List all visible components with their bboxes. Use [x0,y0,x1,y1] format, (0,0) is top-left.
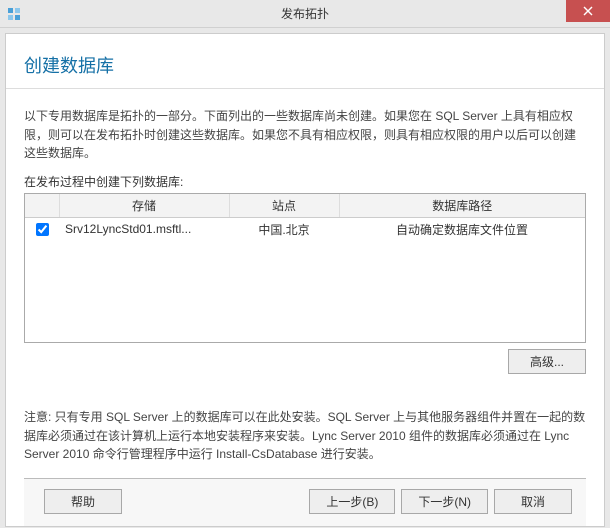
dialog-content: 创建数据库 以下专用数据库是拓扑的一部分。下面列出的一些数据库尚未创建。如果您在… [5,33,605,527]
footer: 帮助 上一步(B) 下一步(N) 取消 [24,478,586,526]
cancel-button[interactable]: 取消 [494,489,572,514]
row-checkbox-cell [25,217,59,241]
titlebar: 发布拓扑 [0,0,610,28]
column-store: 存储 [59,194,229,218]
description-text: 以下专用数据库是拓扑的一部分。下面列出的一些数据库尚未创建。如果您在 SQL S… [24,107,586,163]
note-text: 注意: 只有专用 SQL Server 上的数据库可以在此处安装。SQL Ser… [24,408,586,464]
back-button[interactable]: 上一步(B) [309,489,395,514]
advanced-button[interactable]: 高级... [508,349,586,374]
body-area: 以下专用数据库是拓扑的一部分。下面列出的一些数据库尚未创建。如果您在 SQL S… [6,89,604,526]
table-header-row: 存储 站点 数据库路径 [25,194,585,218]
header-area: 创建数据库 [6,34,604,89]
table-row[interactable]: Srv12LyncStd01.msftl... 中国.北京 自动确定数据库文件位… [25,217,585,241]
row-path: 自动确定数据库文件位置 [339,217,585,241]
advanced-row: 高级... [24,349,586,374]
close-icon [583,6,593,16]
column-check [25,194,59,218]
page-title: 创建数据库 [24,52,586,78]
row-store: Srv12LyncStd01.msftl... [59,217,229,241]
row-checkbox[interactable] [36,223,49,236]
app-icon [6,6,22,22]
column-site: 站点 [229,194,339,218]
table-caption: 在发布过程中创建下列数据库: [24,173,586,190]
row-site: 中国.北京 [229,217,339,241]
database-table: 存储 站点 数据库路径 Srv12LyncStd01.msftl... 中国.北… [24,193,586,343]
column-path: 数据库路径 [339,194,585,218]
next-button[interactable]: 下一步(N) [401,489,488,514]
close-button[interactable] [566,0,610,22]
window-title: 发布拓扑 [281,5,329,22]
help-button[interactable]: 帮助 [44,489,122,514]
